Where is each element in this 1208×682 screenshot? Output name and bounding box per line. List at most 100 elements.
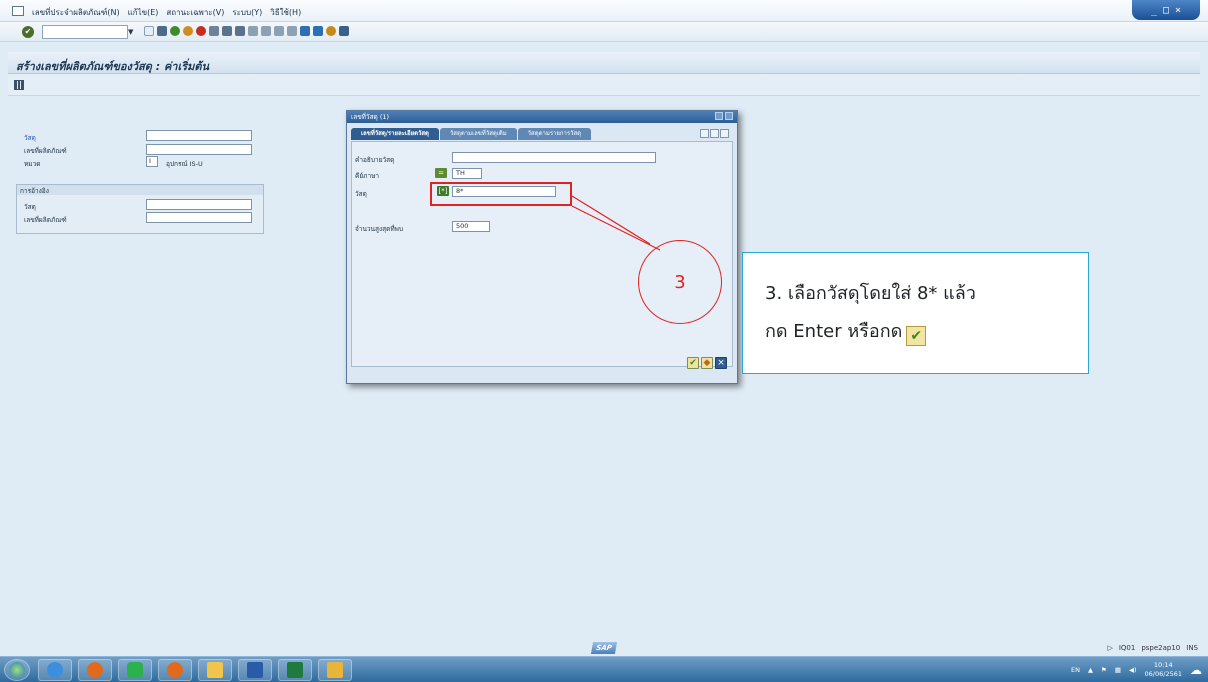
- instruction-note: 3. เลือกวัสดุโดยใส่ 8* แล้ว กด Enter หรื…: [742, 252, 1089, 374]
- window-controls: _ □ ×: [1132, 0, 1200, 20]
- volume-icon[interactable]: ◀): [1129, 666, 1137, 674]
- desc-label: คำอธิบายวัสดุ: [355, 156, 395, 164]
- category-label: หมวด: [24, 160, 41, 168]
- ref-serial-input[interactable]: [146, 212, 252, 223]
- line-icon[interactable]: [118, 659, 152, 681]
- cancel-button[interactable]: ×: [715, 357, 727, 369]
- matrix-icon[interactable]: [14, 80, 24, 90]
- category-description: อุปกรณ์ IS-U: [166, 160, 203, 168]
- shortcut-icon[interactable]: [313, 26, 323, 36]
- sap-logon-icon[interactable]: [318, 659, 352, 681]
- lang-label: คีย์ภาษา: [355, 172, 380, 180]
- back-icon[interactable]: [170, 26, 180, 36]
- step-circle: 3: [638, 240, 722, 324]
- prev-page-icon[interactable]: [261, 26, 271, 36]
- menu-edit[interactable]: แก้ไข(E): [128, 6, 159, 19]
- first-page-icon[interactable]: [248, 26, 258, 36]
- tab-material-details[interactable]: เลขที่วัสดุ/รายละเอียดวัสดุ: [351, 128, 439, 140]
- dialog-minimize-icon[interactable]: [715, 112, 723, 120]
- clock[interactable]: 10:14 06/06/2561: [1145, 661, 1182, 679]
- serial-input[interactable]: [146, 144, 252, 155]
- note-line-2: กด Enter หรือกด ✔: [765, 313, 1088, 351]
- close-icon[interactable]: ×: [1175, 5, 1181, 16]
- lang-input[interactable]: TH: [452, 168, 482, 179]
- checkmark-icon: ✔: [906, 326, 927, 346]
- language-indicator[interactable]: EN: [1071, 666, 1080, 674]
- dialog-close-icon[interactable]: [725, 112, 733, 120]
- reference-group-title: การอ้างอิง: [20, 187, 49, 195]
- serial-label: เลขที่ผลิตภัณฑ์: [24, 147, 67, 155]
- weather-icon[interactable]: ☁: [1190, 663, 1202, 677]
- command-field[interactable]: [42, 25, 128, 39]
- find-icon[interactable]: [222, 26, 232, 36]
- next-page-icon[interactable]: [274, 26, 284, 36]
- max-hits-input[interactable]: 500: [452, 221, 490, 232]
- print-icon[interactable]: [209, 26, 219, 36]
- new-session-icon[interactable]: [300, 26, 310, 36]
- system-id[interactable]: IQ01: [1119, 644, 1135, 652]
- play-icon[interactable]: ▷: [1107, 644, 1112, 652]
- firefox-2-icon[interactable]: [158, 659, 192, 681]
- clock-date: 06/06/2561: [1144, 670, 1182, 678]
- status-bar: ▷ IQ01 pspe2ap10 INS: [1107, 644, 1198, 652]
- page-title: สร้างเลขที่ผลิตภัณฑ์ของวัสดุ : ค่าเริ่มต…: [16, 60, 210, 73]
- material-highlight-box: [430, 182, 572, 206]
- menu-status[interactable]: สถานะเฉพาะ(V): [166, 6, 224, 19]
- excel-icon[interactable]: [278, 659, 312, 681]
- system-tray: EN ▲ ⚑ ▦ ◀) 10:14 06/06/2561 ☁: [1071, 661, 1202, 679]
- menu-bar: เลขที่ประจำผลิตภัณฑ์(N) แก้ไข(E) สถานะเฉ…: [0, 0, 1208, 22]
- tab-material-list[interactable]: วัสดุตามรายการวัสดุ: [517, 128, 592, 140]
- confirm-button[interactable]: ✔: [687, 357, 699, 369]
- server-name: pspe2ap10: [1141, 644, 1181, 652]
- flag-icon[interactable]: ⚑: [1101, 666, 1107, 674]
- firefox-icon[interactable]: [78, 659, 112, 681]
- equals-icon[interactable]: =: [435, 168, 447, 178]
- ie-icon[interactable]: [38, 659, 72, 681]
- tab-list-icon[interactable]: [720, 129, 729, 138]
- layout-icon[interactable]: [339, 26, 349, 36]
- app-menu-icon[interactable]: [12, 6, 24, 16]
- standard-toolbar: ✔ ▼: [0, 22, 1208, 42]
- find-next-icon[interactable]: [235, 26, 245, 36]
- ref-material-input[interactable]: [146, 199, 252, 210]
- sap-logo: SAP: [590, 642, 618, 654]
- menu-system[interactable]: ระบบ(Y): [232, 6, 262, 19]
- ref-serial-label: เลขที่ผลิตภัณฑ์: [24, 216, 67, 224]
- tray-expand-icon[interactable]: ▲: [1088, 666, 1093, 674]
- folder-icon[interactable]: [198, 659, 232, 681]
- note-line-1: 3. เลือกวัสดุโดยใส่ 8* แล้ว: [765, 283, 976, 304]
- enter-check-icon[interactable]: ✔: [22, 26, 34, 38]
- help-icon[interactable]: [326, 26, 336, 36]
- start-button[interactable]: [4, 659, 30, 681]
- cancel-icon[interactable]: [196, 26, 206, 36]
- tab-next-icon[interactable]: [710, 129, 719, 138]
- application-toolbar: [8, 74, 1200, 96]
- ref-material-label: วัสดุ: [24, 203, 36, 211]
- dialog-title: เลขที่วัสดุ (1): [351, 113, 390, 121]
- save-icon[interactable]: [157, 26, 167, 36]
- dialog-material-label: วัสดุ: [355, 190, 367, 198]
- dialog-tabs: เลขที่วัสดุ/รายละเอียดวัสดุ วัสดุตามเลขท…: [351, 128, 592, 142]
- maximize-icon[interactable]: □: [1163, 5, 1169, 16]
- clock-time: 10:14: [1153, 661, 1173, 669]
- category-input[interactable]: I: [146, 156, 158, 167]
- menu-items: เลขที่ประจำผลิตภัณฑ์(N) แก้ไข(E) สถานะเฉ…: [32, 6, 301, 19]
- menu-serial-number[interactable]: เลขที่ประจำผลิตภัณฑ์(N): [32, 6, 120, 19]
- tab-old-material-number[interactable]: วัสดุตามเลขที่วัสดุเดิม: [439, 128, 517, 140]
- word-icon[interactable]: [238, 659, 272, 681]
- network-icon[interactable]: ▦: [1115, 666, 1121, 674]
- exit-icon[interactable]: [183, 26, 193, 36]
- menu-help[interactable]: วิธีใช้(H): [270, 6, 301, 19]
- toolbar-icons: [144, 26, 349, 36]
- desc-input[interactable]: [452, 152, 656, 163]
- chevron-down-icon[interactable]: ▼: [128, 25, 138, 39]
- material-input[interactable]: [146, 130, 252, 141]
- input-mode: INS: [1186, 644, 1198, 652]
- search-button[interactable]: ◆: [701, 357, 713, 369]
- back-arrow-icon[interactable]: [144, 26, 154, 36]
- max-hits-label: จำนวนสูงสุดที่พบ: [355, 225, 404, 233]
- note-line-2-text: กด Enter หรือกด: [765, 321, 903, 342]
- tab-prev-icon[interactable]: [700, 129, 709, 138]
- minimize-icon[interactable]: _: [1151, 5, 1157, 16]
- last-page-icon[interactable]: [287, 26, 297, 36]
